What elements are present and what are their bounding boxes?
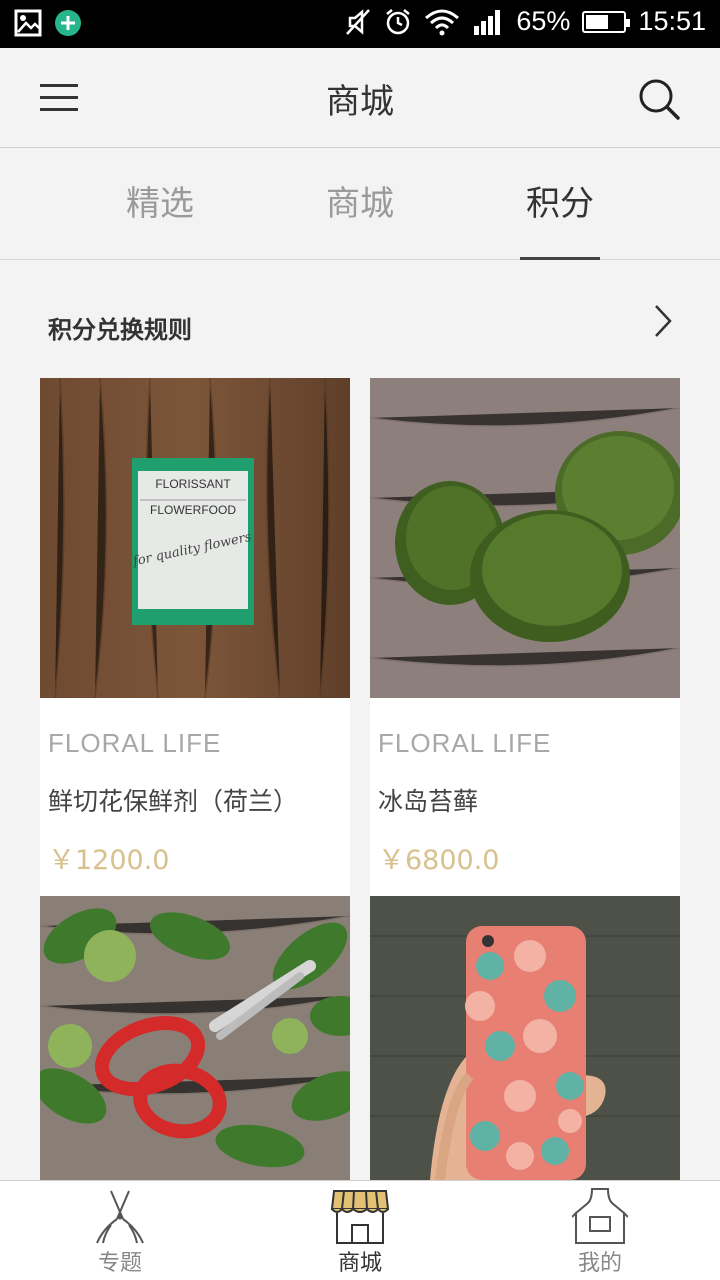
pruning-shears-icon <box>96 1190 144 1244</box>
points-rules-link[interactable]: 积分兑换规则 <box>0 260 720 378</box>
product-price: ￥6800.0 <box>378 845 500 876</box>
product-card[interactable]: FLORAL LIFE 冰岛苔藓 ￥6800.0 <box>370 378 680 896</box>
page-title: 商城 <box>326 82 394 122</box>
add-circle-icon <box>55 10 81 36</box>
product-price: ￥1200.0 <box>48 845 170 876</box>
product-card[interactable] <box>40 896 350 1180</box>
apron-icon <box>572 1188 628 1244</box>
tab-points[interactable]: 积分 <box>520 149 600 260</box>
tab-mall[interactable]: 商城 <box>290 149 430 260</box>
app-header: 商城 <box>0 48 720 148</box>
wifi-icon <box>425 9 460 35</box>
status-bar: 65% 15:51 <box>0 0 720 48</box>
alarm-icon <box>386 8 411 34</box>
product-image <box>370 896 680 1180</box>
nav-mine[interactable]: 我的 <box>520 1181 680 1280</box>
tab-featured[interactable]: 精选 <box>90 149 230 260</box>
product-card[interactable]: FLORISSANT FLOWERFOOD for quality flower… <box>40 378 350 896</box>
nav-topics-label: 专题 <box>97 1251 142 1276</box>
product-image <box>40 896 350 1180</box>
nav-topics[interactable]: 专题 <box>40 1181 200 1280</box>
product-card[interactable] <box>370 896 680 1180</box>
packet-product-text: FLOWERFOOD <box>150 503 236 517</box>
search-icon[interactable] <box>636 76 682 122</box>
nav-mine-label: 我的 <box>577 1251 622 1276</box>
image-icon <box>14 9 42 37</box>
rules-label: 积分兑换规则 <box>48 316 192 344</box>
product-name: 冰岛苔藓 <box>378 787 479 816</box>
mute-icon <box>346 8 371 35</box>
signal-icon <box>474 9 501 35</box>
category-tabs: 精选 商城 积分 <box>0 149 720 260</box>
nav-mall-label: 商城 <box>337 1251 382 1276</box>
packet-brand-text: FLORISSANT <box>155 477 231 491</box>
nav-mall[interactable]: 商城 <box>280 1181 440 1280</box>
product-brand: FLORAL LIFE <box>48 728 222 758</box>
battery-icon <box>582 10 631 33</box>
battery-percent: 65% <box>516 6 571 36</box>
product-image <box>370 378 680 698</box>
storefront-icon <box>330 1190 390 1244</box>
product-name: 鲜切花保鲜剂（荷兰） <box>48 787 299 816</box>
product-brand: FLORAL LIFE <box>378 728 552 758</box>
product-image: FLORISSANT FLOWERFOOD for quality flower… <box>40 378 350 698</box>
chevron-right-icon <box>655 305 672 337</box>
clock: 15:51 <box>638 6 706 36</box>
bottom-navigation: 专题 商城 我的 <box>0 1180 720 1280</box>
